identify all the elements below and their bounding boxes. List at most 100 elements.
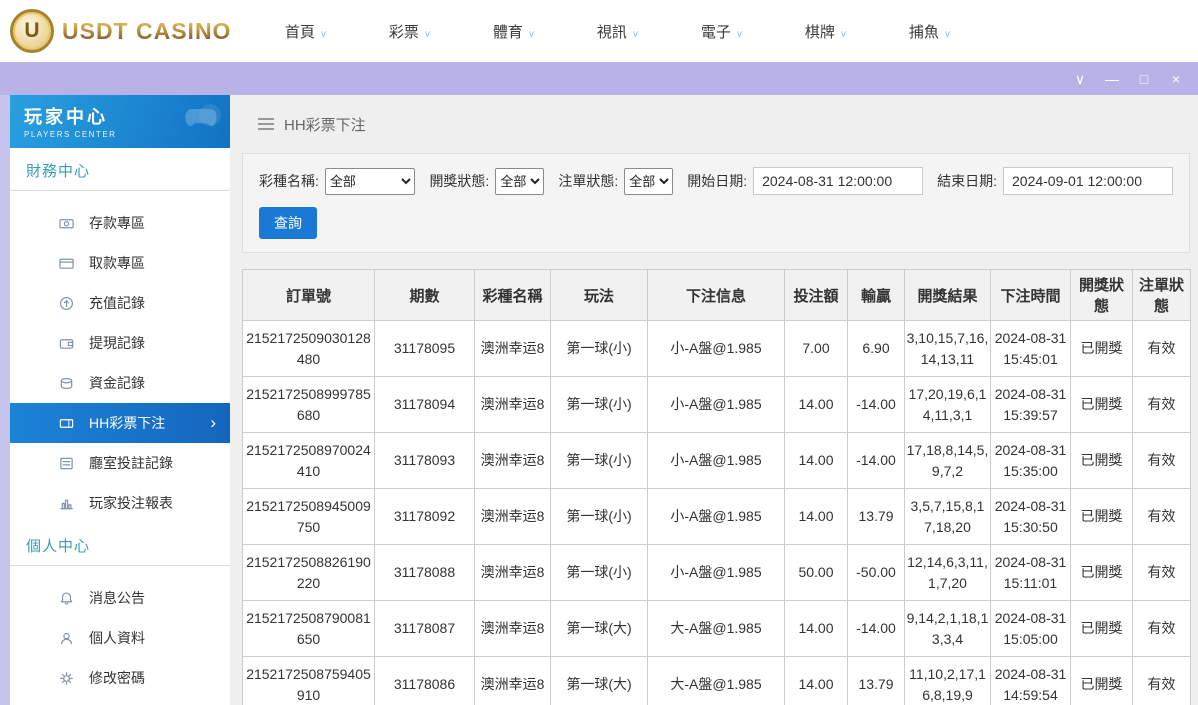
sidebar-item-withdraw[interactable]: 取款專區 <box>10 243 230 283</box>
sidebar-item-label: 個人資料 <box>89 630 145 646</box>
query-button[interactable]: 查詢 <box>259 207 317 239</box>
sidebar-item-report[interactable]: 玩家投注報表 <box>10 483 230 523</box>
sidebar-item-user[interactable]: 個人資料 <box>10 618 230 658</box>
table-cell: -50.00 <box>847 544 905 601</box>
table-cell: 已開獎 <box>1070 656 1133 705</box>
table-cell: 2024-08-31 15:35:00 <box>990 432 1071 489</box>
nav-item-2[interactable]: 體育 ∨ <box>462 21 566 42</box>
sidebar-item-lottery[interactable]: HH彩票下注 › <box>10 403 230 443</box>
nav-item-label: 體育 <box>492 23 523 41</box>
column-header: 開獎結果 <box>904 269 991 321</box>
sidebar-section-header: 個人中心 <box>10 523 230 566</box>
chevron-down-icon: ∨ <box>527 28 536 40</box>
table-cell: 有效 <box>1132 432 1191 489</box>
start-date-input[interactable] <box>753 167 924 195</box>
column-header: 投注額 <box>784 269 848 321</box>
column-header: 開獎狀態 <box>1070 269 1133 321</box>
sidebar-item-gear[interactable]: 修改密碼 <box>10 658 230 698</box>
withdraw-icon <box>58 256 74 271</box>
column-header: 下注信息 <box>647 269 785 321</box>
top-navigation: U USDT CASINO 首頁 ∨ 彩票 ∨ 體育 ∨ 視訊 ∨ 電子 ∨ 棋牌 ∨ 捕魚 ∨ <box>0 0 1198 62</box>
gear-icon <box>58 671 74 686</box>
chevron-down-icon: ∨ <box>839 28 848 40</box>
filter-label: 開始日期: <box>687 173 748 189</box>
table-cell: 17,20,19,6,14,11,3,1 <box>904 376 991 433</box>
sidebar-item-room-record[interactable]: 廳室投註記錄 <box>10 443 230 483</box>
table-cell: -14.00 <box>847 600 905 657</box>
sidebar-item-bell[interactable]: 消息公告 <box>10 578 230 618</box>
table-cell: 14.00 <box>784 600 848 657</box>
table-cell: 17,18,8,14,5,9,7,2 <box>904 432 991 489</box>
nav-item-6[interactable]: 捕魚 ∨ <box>878 21 982 42</box>
lottery-icon <box>58 416 74 431</box>
sidebar-item-label: 資金記錄 <box>89 375 145 391</box>
table-cell: 31178095 <box>374 320 475 377</box>
nav-item-1[interactable]: 彩票 ∨ <box>358 21 462 42</box>
table-cell: 有效 <box>1132 600 1191 657</box>
table-cell: 31178093 <box>374 432 475 489</box>
table-cell: 第一球(小) <box>550 320 648 377</box>
order-status-select[interactable]: 全部 <box>624 167 674 195</box>
table-cell: 2152172508790081650 <box>242 600 375 657</box>
draw-status-select[interactable]: 全部 <box>495 167 545 195</box>
collapse-icon[interactable]: ∨ <box>1072 72 1088 86</box>
column-header: 訂單號 <box>242 269 375 321</box>
filter-label: 注單狀態: <box>558 173 619 189</box>
nav-item-0[interactable]: 首頁 ∨ <box>254 21 358 42</box>
column-header: 彩種名稱 <box>474 269 551 321</box>
table-cell: 50.00 <box>784 544 848 601</box>
chevron-right-icon: › <box>210 413 216 432</box>
table-cell: 11,10,2,17,16,8,19,9 <box>904 656 991 705</box>
lottery-name-select[interactable]: 全部 <box>324 167 416 195</box>
nav-item-5[interactable]: 棋牌 ∨ <box>774 21 878 42</box>
menu-icon[interactable] <box>258 118 274 130</box>
column-header: 注單狀態 <box>1132 269 1191 321</box>
sidebar-item-label: 修改密碼 <box>89 670 145 686</box>
column-header: 期數 <box>374 269 475 321</box>
nav-item-3[interactable]: 視訊 ∨ <box>566 21 670 42</box>
table-cell: 澳洲幸运8 <box>474 600 551 657</box>
table-row: 2152172508999785680 31178094 澳洲幸运8 第一球(小) 小-… <box>242 376 1191 433</box>
close-icon[interactable]: × <box>1168 72 1184 86</box>
funds-record-icon <box>58 376 74 391</box>
report-icon <box>58 496 74 511</box>
table-row: 2152172508790081650 31178087 澳洲幸运8 第一球(大) 大-… <box>242 600 1191 657</box>
table-cell: 2152172508759405910 <box>242 656 375 705</box>
table-head: 訂單號 期數 彩種名稱 玩法 下注信息 投注額 輸贏 開獎結果 下注時間 開獎狀態 注單狀態 <box>242 269 1191 321</box>
table-cell: 2024-08-31 15:39:57 <box>990 376 1071 433</box>
table-cell: 14.00 <box>784 432 848 489</box>
table-cell: 第一球(大) <box>550 600 648 657</box>
table-cell: 31178094 <box>374 376 475 433</box>
table-cell: 14.00 <box>784 488 848 545</box>
table-cell: 已開獎 <box>1070 488 1133 545</box>
bets-table: 訂單號 期數 彩種名稱 玩法 下注信息 投注額 輸贏 開獎結果 下注時間 開獎狀態 注單狀態 215… <box>242 269 1191 705</box>
table-cell: -14.00 <box>847 376 905 433</box>
table-cell: 31178086 <box>374 656 475 705</box>
table-row: 2152172508970024410 31178093 澳洲幸运8 第一球(小) 小-… <box>242 432 1191 489</box>
table-cell: 有效 <box>1132 544 1191 601</box>
filter-row: 彩種名稱:全部開獎狀態:全部注單狀態:全部開始日期:結束日期: <box>259 167 1173 195</box>
sidebar-header: 玩家中心 PLAYERS CENTER <box>10 95 230 148</box>
nav-item-label: 捕魚 <box>908 23 939 41</box>
nav-item-label: 棋牌 <box>804 23 835 41</box>
sidebar-item-deposit[interactable]: 存款專區 <box>10 203 230 243</box>
nav-item-4[interactable]: 電子 ∨ <box>670 21 774 42</box>
sidebar-item-label: 充值記錄 <box>89 295 145 311</box>
table-cell: 澳洲幸运8 <box>474 656 551 705</box>
table-cell: 小-A盤@1.985 <box>647 488 785 545</box>
column-header: 輸贏 <box>847 269 905 321</box>
gamepad-icon <box>182 103 222 134</box>
minimize-icon[interactable]: — <box>1104 72 1120 86</box>
table-cell: 澳洲幸运8 <box>474 376 551 433</box>
sidebar-section-header: 代理中心 <box>10 698 230 705</box>
maximize-icon[interactable]: □ <box>1136 72 1152 86</box>
column-header: 下注時間 <box>990 269 1071 321</box>
end-date-input[interactable] <box>1003 167 1173 195</box>
nav-item-label: 首頁 <box>284 23 315 41</box>
sidebar-item-withdraw-record[interactable]: 提現記錄 <box>10 323 230 363</box>
table-cell: 第一球(小) <box>550 432 648 489</box>
sidebar-item-recharge[interactable]: 充值記錄 <box>10 283 230 323</box>
table-cell: 已開獎 <box>1070 544 1133 601</box>
chevron-down-icon: ∨ <box>631 28 640 40</box>
sidebar-item-funds-record[interactable]: 資金記錄 <box>10 363 230 403</box>
